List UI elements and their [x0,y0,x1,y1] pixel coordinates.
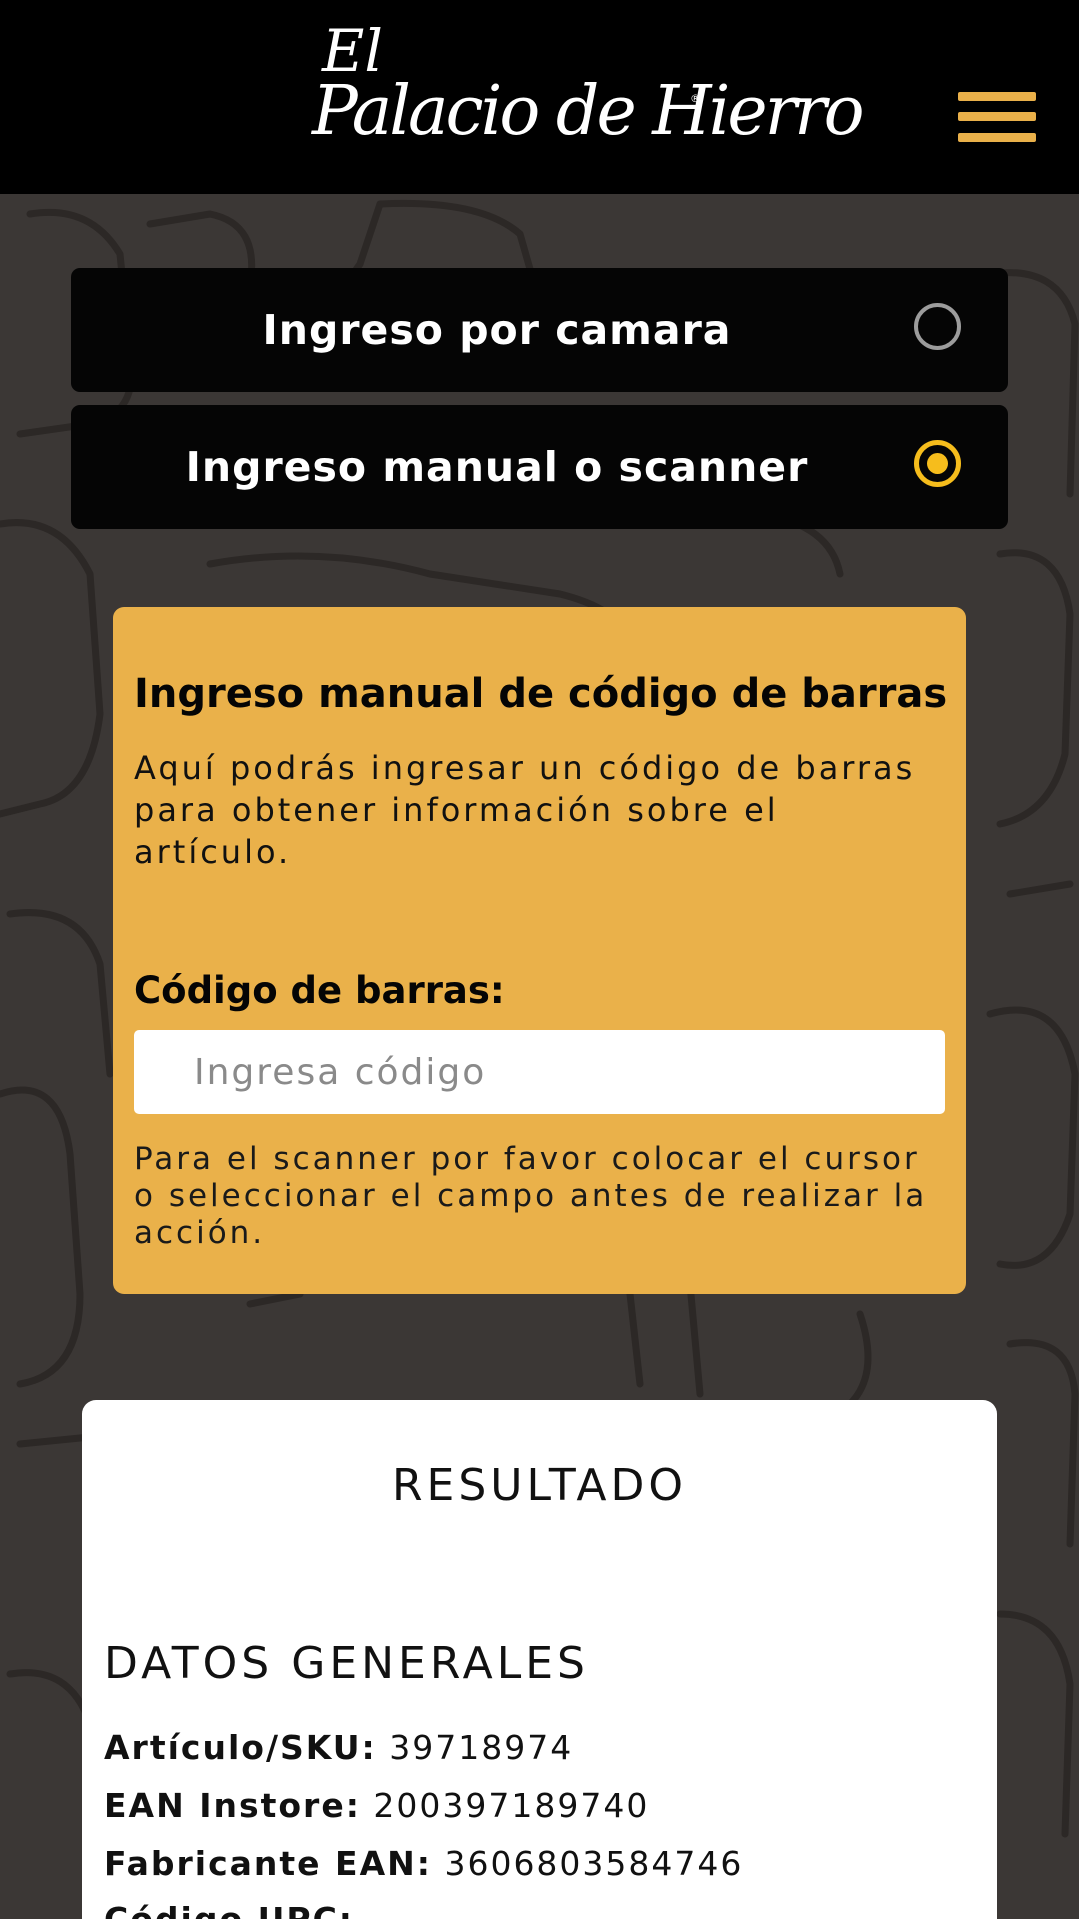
hamburger-menu-icon[interactable] [956,88,1038,148]
barcode-field-label: Código de barras: [134,969,505,1012]
field-fabricante-ean-value: 3606803584746 [444,1844,744,1883]
manual-entry-description: Aquí podrás ingresar un código de barras… [134,749,916,871]
menu-bar [958,133,1036,142]
barcode-input[interactable] [134,1030,945,1114]
app-header: El Palacio de Hierro ® [0,0,1079,194]
option-camera-entry[interactable]: Ingreso por camara [71,268,1008,392]
scanner-instructions: Para el scanner por favor colocar el cur… [134,1141,928,1251]
field-ean-instore-label: EAN Instore: [104,1786,361,1825]
menu-bar [958,92,1036,101]
option-manual-label: Ingreso manual o scanner [185,443,809,491]
field-upc: Código UPC: [104,1900,354,1919]
field-ean-instore: EAN Instore: 200397189740 [104,1786,649,1825]
field-sku-label: Artículo/SKU: [104,1728,377,1767]
result-card: RESULTADO DATOS GENERALES Artículo/SKU: … [82,1400,997,1919]
field-sku-value: 39718974 [389,1728,574,1767]
registered-mark: ® [690,92,701,105]
field-upc-label: Código UPC: [104,1900,354,1919]
field-ean-instore-value: 200397189740 [373,1786,650,1825]
manual-entry-title: Ingreso manual de código de barras [134,671,948,717]
field-sku: Artículo/SKU: 39718974 [104,1728,573,1767]
field-fabricante-ean: Fabricante EAN: 3606803584746 [104,1844,743,1883]
manual-barcode-card: Ingreso manual de código de barras Aquí … [113,607,966,1294]
menu-bar [958,112,1036,121]
result-title: RESULTADO [391,1460,688,1511]
logo-line-2: Palacio de Hierro [312,72,865,151]
option-manual-scanner-entry[interactable]: Ingreso manual o scanner [71,405,1008,529]
option-camera-label: Ingreso por camara [262,306,732,354]
palacio-de-hierro-logo[interactable]: El Palacio de Hierro ® [310,22,865,172]
radio-unselected-icon[interactable] [914,303,961,350]
radio-selected-icon[interactable] [914,440,961,487]
field-fabricante-ean-label: Fabricante EAN: [104,1844,432,1883]
general-data-title: DATOS GENERALES [104,1638,589,1689]
